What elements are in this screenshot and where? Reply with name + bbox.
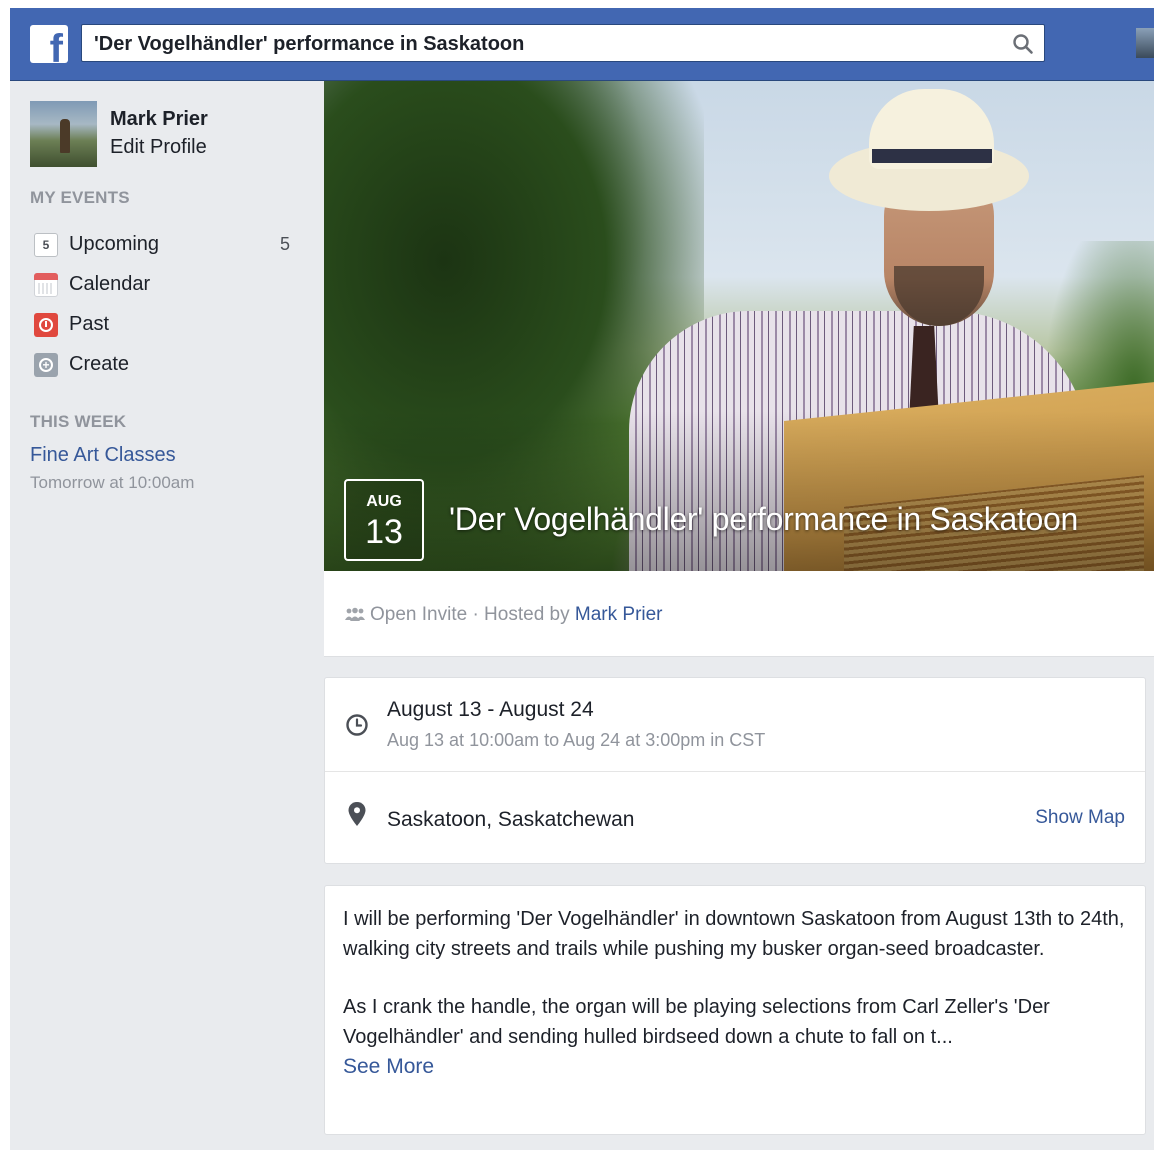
event-location[interactable]: Saskatoon, Saskatchewan	[387, 808, 635, 832]
privacy-label: Open Invite	[370, 604, 468, 625]
upcoming-icon: 5	[34, 233, 58, 257]
show-map-link[interactable]: Show Map	[1035, 807, 1125, 829]
edit-profile-link[interactable]: Edit Profile	[110, 136, 207, 159]
create-icon: +	[34, 353, 58, 377]
description-paragraph: As I crank the handle, the organ will be…	[343, 996, 1050, 1048]
event-privacy-host: Open Invite · Hosted by Mark Prier	[344, 604, 663, 626]
profile-name[interactable]: Mark Prier	[110, 108, 208, 131]
host-link[interactable]: Mark Prier	[575, 604, 663, 625]
page-frame: f 'Der Vogelhändler' performance in Sask…	[10, 8, 1154, 1150]
facebook-logo-icon[interactable]: f	[30, 25, 68, 63]
upcoming-count-badge: 5	[279, 234, 290, 254]
event-cover-photo[interactable]: AUG 13 'Der Vogelhändler' performance in…	[324, 81, 1154, 571]
event-host-bar: Open Invite · Hosted by Mark Prier	[324, 571, 1154, 657]
sidebar-item-calendar[interactable]: Calendar	[34, 270, 304, 300]
search-icon[interactable]	[1012, 33, 1034, 55]
location-pin-icon	[348, 802, 366, 826]
this-week-event-time: Tomorrow at 10:00am	[30, 473, 195, 492]
search-input-value[interactable]: 'Der Vogelhändler' performance in Saskat…	[94, 33, 524, 56]
event-description-card: I will be performing 'Der Vogelhändler' …	[324, 885, 1146, 1135]
sidebar-item-label: Create	[69, 353, 130, 375]
search-input[interactable]: 'Der Vogelhändler' performance in Saskat…	[81, 24, 1045, 62]
clock-icon	[346, 714, 368, 736]
sidebar-item-label: Upcoming	[69, 233, 160, 255]
topbar-avatar[interactable]	[1136, 28, 1154, 58]
avatar[interactable]	[30, 101, 97, 167]
event-month: AUG	[366, 493, 402, 510]
sidebar-item-label: Past	[69, 313, 110, 335]
sidebar-item-upcoming[interactable]: 5 Upcoming 5	[34, 230, 304, 260]
event-location-row: Saskatoon, Saskatchewan Show Map	[325, 771, 1145, 863]
event-day: 13	[365, 513, 403, 551]
guests-icon	[345, 607, 365, 621]
my-events-heading: MY EVENTS	[30, 188, 130, 207]
top-navigation-bar: f 'Der Vogelhändler' performance in Sask…	[10, 8, 1154, 81]
hosted-by-label: · Hosted by	[472, 604, 570, 625]
see-more-link[interactable]: See More	[343, 1052, 1133, 1082]
event-title: 'Der Vogelhändler' performance in Saskat…	[449, 501, 1079, 537]
calendar-icon	[34, 273, 58, 297]
left-sidebar: Mark Prier Edit Profile MY EVENTS 5 Upco…	[10, 81, 324, 1150]
clock-past-icon	[34, 313, 58, 337]
this-week-event-link[interactable]: Fine Art Classes	[30, 444, 176, 467]
event-time-detail: Aug 13 at 10:00am to Aug 24 at 3:00pm in…	[387, 730, 766, 750]
event-date-range[interactable]: August 13 - August 24	[387, 698, 594, 722]
this-week-heading: THIS WEEK	[30, 412, 127, 431]
sidebar-item-create[interactable]: + Create	[34, 350, 304, 380]
description-paragraph: I will be performing 'Der Vogelhändler' …	[343, 908, 1125, 960]
sidebar-item-past[interactable]: Past	[34, 310, 304, 340]
event-details-card: August 13 - August 24 Aug 13 at 10:00am …	[324, 677, 1146, 864]
event-date-badge: AUG 13	[344, 479, 424, 561]
event-time-row: August 13 - August 24 Aug 13 at 10:00am …	[325, 678, 1145, 772]
sidebar-item-label: Calendar	[69, 273, 151, 295]
event-description: I will be performing 'Der Vogelhändler' …	[343, 904, 1133, 1082]
